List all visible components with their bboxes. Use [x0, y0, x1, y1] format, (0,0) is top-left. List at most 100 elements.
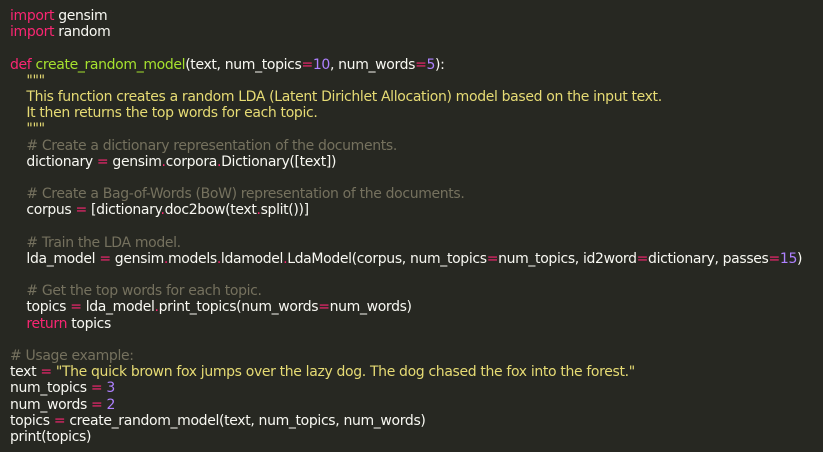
code-text-token: ):	[435, 56, 445, 73]
code-text-token: corpus	[10, 202, 76, 219]
operator-token: =	[70, 299, 82, 316]
code-editor[interactable]: import gensim import random def create_ra…	[0, 0, 823, 452]
code-line: It then returns the top words for each t…	[10, 105, 823, 121]
keyword-token: return	[26, 315, 68, 332]
code-text-token: corpora	[165, 153, 218, 170]
code-text-token: (text, num_topics	[185, 56, 302, 73]
code-text-token: create_random_model(text, num_topics, nu…	[65, 412, 426, 429]
operator-token: =	[99, 250, 111, 267]
string-token: """	[26, 72, 45, 89]
operator-token: =	[318, 299, 330, 316]
code-line: topics = create_random_model(text, num_t…	[10, 413, 823, 429]
number-token: 2	[106, 396, 116, 413]
code-line: # Train the LDA model.	[10, 235, 823, 251]
code-text-token: num_topics	[10, 380, 91, 397]
code-line: dictionary = gensim.corpora.Dictionary([…	[10, 154, 823, 170]
string-token: It then returns the top words for each t…	[10, 105, 318, 122]
operator-token: =	[90, 380, 103, 397]
string-token: This function creates a random LDA (Late…	[10, 88, 662, 105]
code-text-token: num_words)	[329, 299, 412, 316]
code-line: import gensim	[10, 8, 823, 24]
code-text-token: ldamodel	[220, 250, 284, 267]
comment-token: # Get the top words for each topic.	[26, 283, 262, 300]
operator-token: =	[91, 396, 103, 413]
code-line: topics = lda_model.print_topics(num_word…	[10, 299, 823, 315]
string-token: "The quick brown fox jumps over the lazy…	[55, 364, 635, 381]
code-text-token: topics	[10, 412, 54, 429]
code-text-token: Dictionary([text])	[221, 153, 337, 170]
code-line: lda_model = gensim.models.ldamodel.LdaMo…	[10, 251, 823, 267]
operator-token: =	[96, 153, 109, 170]
function-name-token: create_random_model	[35, 56, 186, 73]
code-line: print(topics)	[10, 429, 823, 445]
keyword-token: import	[10, 24, 55, 41]
code-text-token: lda_model	[10, 250, 100, 267]
operator-token: =	[486, 250, 499, 267]
code-line: This function creates a random LDA (Late…	[10, 89, 823, 105]
code-line: # Create a Bag-of-Words (BoW) representa…	[10, 186, 823, 202]
code-text-token: topics	[67, 315, 111, 332]
string-token: """	[10, 121, 45, 138]
code-text-token: dictionary, passes	[648, 250, 769, 267]
code-text-token: gensim	[108, 153, 162, 170]
operator-token: =	[301, 56, 313, 73]
code-text-token: topics	[10, 299, 71, 316]
code-text-token: split())]	[260, 202, 310, 219]
code-text-token: doc2bow(text	[164, 202, 257, 219]
number-token: 3	[106, 380, 115, 397]
code-text-token: random	[54, 24, 111, 41]
code-text-token: [dictionary	[86, 202, 161, 219]
code-line: corpus = [dictionary.doc2bow(text.split(…	[10, 202, 823, 218]
code-line: """	[10, 121, 823, 137]
operator-token: =	[636, 250, 649, 267]
operator-token: =	[53, 412, 66, 429]
code-line: num_words = 2	[10, 397, 823, 413]
comment-token: # Create a dictionary representation of …	[26, 137, 397, 154]
code-line: import random	[10, 24, 823, 40]
comment-token: # Train the LDA model.	[26, 234, 181, 251]
number-token: 5	[426, 56, 436, 73]
code-text-token: gensim	[110, 250, 164, 267]
code-text-token: print_topics(num_words	[158, 299, 319, 316]
code-line: num_topics = 3	[10, 380, 823, 396]
comment-token: # Usage example:	[10, 347, 134, 364]
number-token: 10	[312, 56, 330, 73]
code-text-token: text	[10, 364, 41, 381]
operator-token: =	[75, 202, 87, 219]
comment-token: # Create a Bag-of-Words (BoW) representa…	[26, 186, 465, 203]
code-text-token: num_words	[10, 396, 92, 413]
code-line: def create_random_model(text, num_topics…	[10, 57, 823, 73]
code-text-token: LdaModel(corpus, num_topics	[287, 250, 487, 267]
keyword-token: import	[10, 8, 55, 24]
operator-token: =	[768, 250, 781, 267]
code-text-token: )	[797, 250, 803, 267]
code-text-token: gensim	[54, 8, 108, 24]
code-text-token: lda_model	[81, 299, 155, 316]
code-line: # Get the top words for each topic.	[10, 283, 823, 299]
code-text-token: print(topics)	[10, 428, 92, 445]
keyword-token: def	[10, 56, 32, 73]
code-text-token: , num_words	[329, 56, 416, 73]
code-line: """	[10, 73, 823, 89]
code-text-token: models	[168, 250, 217, 267]
code-text-token: dictionary	[10, 153, 97, 170]
code-text-token: num_topics, id2word	[498, 250, 637, 267]
operator-token: =	[415, 56, 427, 73]
code-line: # Create a dictionary representation of …	[10, 138, 823, 154]
number-token: 15	[779, 250, 798, 267]
code-line: text = "The quick brown fox jumps over t…	[10, 364, 823, 380]
code-line: return topics	[10, 316, 823, 332]
operator-token: =	[40, 364, 52, 381]
code-line: # Usage example:	[10, 348, 823, 364]
